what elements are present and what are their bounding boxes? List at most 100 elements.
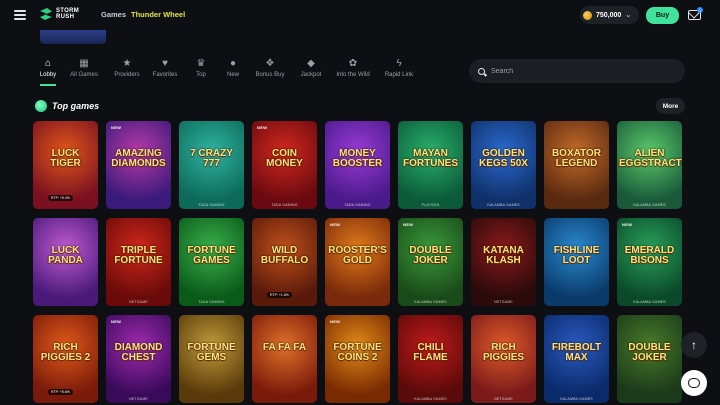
heart-icon: ♥ (162, 58, 168, 69)
more-button[interactable]: More (656, 98, 685, 114)
section-title: Top games (52, 101, 100, 111)
game-title: FA FA FA (262, 342, 307, 353)
game-title: DOUBLE JOKER (628, 342, 671, 363)
buy-button[interactable]: Buy (646, 7, 679, 24)
tab-jackpot[interactable]: ◆ Jackpot (297, 58, 325, 79)
game-provider: KALAMBA GAMES (633, 300, 666, 304)
bolt-icon: ϟ (396, 58, 402, 69)
game-tile[interactable]: MONEY BOOSTER TADA GAMING (325, 121, 390, 209)
tab-into-the-wild[interactable]: ✿ Into the Wild (333, 58, 373, 79)
scroll-to-top-button[interactable]: ↑ (681, 332, 707, 358)
game-title: MAYAN FORTUNES (403, 148, 458, 169)
new-icon: ● (229, 58, 237, 69)
tab-label: Rapid Link (384, 72, 414, 78)
game-provider: KALAMBA GAMES (414, 300, 447, 304)
game-title: MONEY BOOSTER (332, 148, 383, 169)
game-tile[interactable]: RICH PIGGIES NETGAME (471, 315, 536, 403)
arrow-up-icon: ↑ (691, 338, 697, 352)
tab-new[interactable]: ● New (222, 58, 244, 79)
tab-providers[interactable]: ★ Providers (112, 59, 142, 79)
chat-button[interactable] (681, 370, 707, 396)
game-title: DIAMOND CHEST (114, 342, 163, 363)
promo-banner[interactable] (40, 30, 106, 44)
game-tile[interactable]: ALIEN EGGSTRACTOR KALAMBA GAMES (617, 121, 682, 209)
game-title: LUCK PANDA (48, 245, 83, 266)
grid-icon: ▦ (79, 58, 89, 69)
game-tile[interactable]: DOUBLE JOKER (617, 315, 682, 403)
game-provider: TADA GAMING (198, 300, 225, 304)
game-tile[interactable]: NEW AMAZING DIAMONDS (106, 121, 171, 209)
balance-selector[interactable]: 750,000 ⌄ (580, 6, 640, 24)
new-badge: NEW (111, 125, 122, 130)
logo[interactable]: STORM RUSH (40, 8, 79, 20)
game-tile[interactable]: FA FA FA (252, 315, 317, 403)
game-provider: NETGAME (129, 397, 148, 401)
game-tile[interactable]: FIREBOLT MAX KALAMBA GAMES (544, 315, 609, 403)
top-bar: STORM RUSH Games Thunder Wheel 750,000 ⌄… (0, 0, 720, 30)
tab-top[interactable]: ♛ Top (190, 59, 212, 79)
game-tile[interactable]: LUCK PANDA (33, 218, 98, 306)
game-tile[interactable]: FORTUNE GAMES TADA GAMING (179, 218, 244, 306)
tab-favorites[interactable]: ♥ Favorites (150, 58, 180, 79)
paw-icon: ✿ (348, 58, 358, 69)
game-title: FISHLINE LOOT (553, 245, 600, 266)
game-tile[interactable]: LUCK TIGER RTP: +5.4% (33, 121, 98, 209)
game-tile[interactable]: MAYAN FORTUNES PLAYSON (398, 121, 463, 209)
game-provider: TADA GAMING (198, 203, 225, 207)
jackpot-icon: ◆ (307, 58, 315, 69)
game-tile[interactable]: NEW DIAMOND CHEST NETGAME (106, 315, 171, 403)
game-tile[interactable]: TRIPLE FORTUNE NETGAME (106, 218, 171, 306)
nav-games-link[interactable]: Games (101, 10, 126, 19)
tab-all-games[interactable]: ▦ All Games (68, 58, 100, 79)
tab-rapid-link[interactable]: ϟ Rapid Link (380, 58, 418, 79)
game-title: RICH PIGGIES 2 (40, 342, 91, 363)
game-tile[interactable]: 7 CRAZY 777 TADA GAMING (179, 121, 244, 209)
game-tile[interactable]: RICH PIGGIES 2 RTP: +5.6% (33, 315, 98, 403)
active-tab-indicator (40, 84, 56, 86)
nav-thunder-wheel-link[interactable]: Thunder Wheel (131, 10, 185, 19)
game-tile[interactable]: NEW FORTUNE COINS 2 (325, 315, 390, 403)
game-provider: NETGAME (494, 397, 513, 401)
logo-icon (40, 8, 52, 20)
tab-bonus-buy[interactable]: ❖ Bonus Buy (251, 58, 289, 79)
game-tile[interactable]: FORTUNE GEMS (179, 315, 244, 403)
tab-label: Jackpot (300, 72, 322, 78)
home-icon: ⌂ (44, 58, 52, 69)
game-provider: KALAMBA GAMES (633, 203, 666, 207)
game-tile[interactable]: GOLDEN KEGS 50X KALAMBA GAMES (471, 121, 536, 209)
game-title: FIREBOLT MAX (551, 342, 602, 363)
game-title: LUCK TIGER (50, 148, 81, 169)
game-tile[interactable]: FISHLINE LOOT (544, 218, 609, 306)
game-tile[interactable]: WILD BUFFALO RTP: +1.6% (252, 218, 317, 306)
game-tile[interactable]: NEW ROOSTER'S GOLD (325, 218, 390, 306)
game-title: EMERALD BISONS (624, 245, 675, 266)
new-badge: NEW (403, 222, 414, 227)
search-input[interactable] (491, 67, 671, 75)
game-title: FORTUNE COINS 2 (333, 342, 382, 363)
game-tile[interactable]: KATANA KLASH NETGAME (471, 218, 536, 306)
logo-text-line2: RUSH (56, 14, 75, 20)
game-provider: TADA GAMING (271, 203, 298, 207)
rtp-badge: RTP: +5.6% (48, 389, 73, 395)
game-title: FORTUNE GAMES (187, 245, 236, 266)
game-title: GOLDEN KEGS 50X (479, 148, 528, 169)
rtp-badge: RTP: +5.4% (48, 195, 73, 201)
search-bar[interactable] (469, 59, 685, 83)
tab-label: Providers (114, 72, 140, 78)
tab-label: Into the Wild (336, 72, 370, 78)
game-title: BOXATOR LEGEND (551, 148, 602, 169)
game-provider: NETGAME (129, 300, 148, 304)
tab-label: New (226, 72, 239, 78)
gift-icon: ❖ (265, 58, 275, 69)
game-tile[interactable]: NEW EMERALD BISONS KALAMBA GAMES (617, 218, 682, 306)
game-provider: KALAMBA GAMES (414, 397, 447, 401)
game-tile[interactable]: NEW COIN MONEY TADA GAMING (252, 121, 317, 209)
tab-lobby[interactable]: ⌂ Lobby (40, 58, 56, 79)
menu-icon[interactable] (14, 10, 26, 20)
game-tile[interactable]: NEW DOUBLE JOKER KALAMBA GAMES (398, 218, 463, 306)
game-tile[interactable]: BOXATOR LEGEND (544, 121, 609, 209)
game-title: CHILI FLAME (413, 342, 448, 363)
game-tile[interactable]: CHILI FLAME KALAMBA GAMES (398, 315, 463, 403)
game-title: KATANA KLASH (483, 245, 524, 266)
game-provider: NETGAME (494, 300, 513, 304)
